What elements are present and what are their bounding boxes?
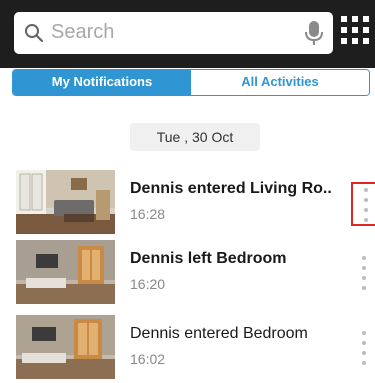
date-header: Tue , 30 Oct [130, 123, 260, 151]
search-icon[interactable] [24, 23, 44, 43]
more-vertical-icon[interactable] [351, 182, 375, 226]
notification-item[interactable]: Dennis entered Bedroom 16:02 [0, 311, 375, 383]
notification-title: Dennis left Bedroom [130, 250, 287, 267]
notification-title: Dennis entered Living Ro.. [130, 180, 332, 197]
search-placeholder: Search [51, 21, 115, 43]
room-thumbnail [16, 170, 115, 234]
notification-item[interactable]: Dennis left Bedroom 16:20 [0, 236, 375, 308]
notification-time: 16:20 [130, 276, 166, 292]
tab-my-notifications[interactable]: My Notifications [13, 70, 191, 95]
notification-time: 16:02 [130, 351, 166, 367]
search-input[interactable]: Search [14, 12, 333, 54]
room-thumbnail [16, 240, 115, 304]
notification-title: Dennis entered Bedroom [130, 325, 308, 342]
more-vertical-icon[interactable] [351, 252, 375, 296]
more-vertical-icon[interactable] [351, 327, 375, 371]
microphone-icon[interactable] [303, 19, 325, 47]
top-bar: Search [0, 0, 375, 68]
tab-all-activities[interactable]: All Activities [191, 70, 369, 95]
room-thumbnail [16, 315, 115, 379]
notification-time: 16:28 [130, 206, 166, 222]
notification-tabs: My Notifications All Activities [12, 69, 370, 96]
notification-item[interactable]: Dennis entered Living Ro.. 16:28 [0, 166, 375, 238]
apps-grid-icon[interactable] [341, 16, 369, 44]
